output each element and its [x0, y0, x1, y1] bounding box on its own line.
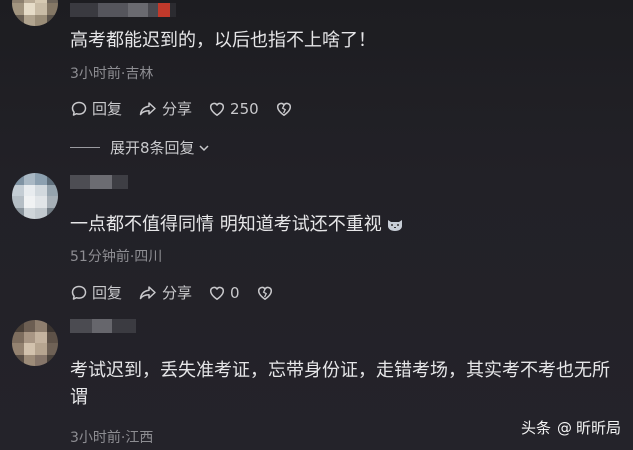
- comment-list: { "comments": [ { "text": "高考都能迟到的，以后也指不…: [0, 0, 633, 450]
- reply-button[interactable]: 回复: [70, 282, 122, 303]
- broken-heart-icon: [257, 286, 272, 300]
- divider: [70, 147, 100, 148]
- comment-actions: 回复 分享 0: [70, 282, 294, 303]
- share-button[interactable]: 分享: [138, 282, 192, 303]
- share-label: 分享: [162, 100, 193, 118]
- reply-label: 回复: [92, 100, 123, 118]
- like-count: 0: [230, 283, 240, 302]
- share-button[interactable]: 分享: [138, 98, 192, 119]
- avatar[interactable]: [12, 0, 58, 26]
- heart-icon: [209, 102, 225, 116]
- comment-text: 考试迟到，丢失准考证，忘带身份证，走错考场，其实考不考也无所谓: [70, 360, 610, 408]
- comment-meta: 3小时前·吉林: [70, 66, 154, 82]
- broken-heart-icon: [276, 102, 291, 116]
- watermark-brand: 头条: [520, 419, 551, 437]
- comment-text-body: 一点都不值得同情 明知道考试还不重视: [70, 214, 382, 235]
- dislike-button[interactable]: [275, 100, 297, 118]
- like-button[interactable]: 250: [208, 100, 259, 118]
- cat-face-icon: [387, 220, 402, 231]
- username-blurred[interactable]: [70, 175, 128, 189]
- comment-text: 高考都能迟到的，以后也指不上啥了！: [70, 30, 376, 51]
- at-icon: @: [556, 418, 572, 437]
- comment-bubble-icon: [71, 285, 87, 300]
- reply-button[interactable]: 回复: [70, 98, 122, 119]
- reply-label: 回复: [92, 284, 123, 302]
- chevron-down-icon: [199, 144, 209, 151]
- share-label: 分享: [162, 284, 193, 302]
- like-count: 250: [230, 99, 259, 118]
- avatar[interactable]: [12, 320, 58, 366]
- username-blurred[interactable]: [70, 3, 176, 17]
- watermark-account: 昕昕局: [575, 419, 621, 437]
- avatar[interactable]: [12, 173, 58, 219]
- comment-meta: 3小时前·江西: [70, 430, 154, 446]
- share-arrow-icon: [139, 285, 156, 299]
- share-arrow-icon: [139, 101, 156, 115]
- expand-replies-label: 展开8条回复: [110, 139, 195, 157]
- comment-bubble-icon: [71, 101, 87, 116]
- username-blurred[interactable]: [70, 319, 136, 333]
- like-button[interactable]: 0: [208, 284, 240, 302]
- heart-icon: [209, 286, 225, 300]
- watermark: 头条 @ 昕昕局: [521, 417, 621, 438]
- expand-replies-button[interactable]: 展开8条回复: [70, 137, 211, 158]
- comment-text: 一点都不值得同情 明知道考试还不重视: [70, 211, 404, 238]
- dislike-button[interactable]: [256, 284, 278, 302]
- comment-meta: 51分钟前·四川: [70, 249, 163, 265]
- comment-actions: 回复 分享 250: [70, 98, 313, 119]
